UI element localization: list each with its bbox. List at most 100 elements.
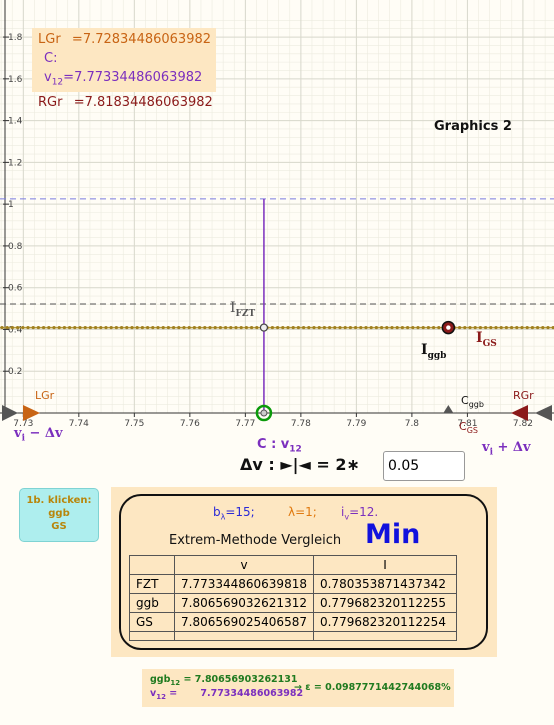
i-ggb-point-center: [446, 325, 451, 330]
x-tick-label: 7.77: [235, 419, 255, 429]
i-curve-dot: [0, 325, 4, 330]
i-curve-dot: [270, 325, 274, 330]
vi-plus-main: v: [482, 440, 490, 455]
i-curve-dot: [348, 325, 352, 330]
i-curve-dot: [177, 325, 181, 330]
i-curve-dot: [114, 325, 118, 330]
click-ggb-gs-button[interactable]: 1b. klicken: ggb GS: [19, 488, 99, 542]
i-curve-dot: [255, 325, 259, 330]
i-curve-dot: [354, 325, 358, 330]
table-cell: ggb: [129, 593, 175, 613]
y-tick-label: 0.6: [8, 284, 23, 294]
i-curve-dot: [333, 325, 337, 330]
c-gs-label: CGS: [459, 420, 478, 435]
i-curve-dot: [94, 325, 98, 330]
table-row: [129, 631, 457, 641]
i-curve-dot: [218, 325, 222, 330]
i-value: =12.: [349, 505, 379, 519]
x-tick-label: 7.82: [513, 419, 533, 429]
i-curve-dot: [437, 325, 441, 330]
i-curve-dot: [47, 325, 51, 330]
i-curve-dot: [16, 325, 20, 330]
c-eq: =: [63, 70, 75, 85]
lgr-line: LGr =7.72834486063982: [38, 30, 216, 49]
table-header: I: [312, 555, 457, 575]
lgr-label: LGr: [38, 32, 61, 47]
i-curve-dot: [317, 325, 321, 330]
y-tick-label: 1.8: [8, 33, 23, 43]
i-curve-dot: [364, 325, 368, 330]
x-tick-label: 7.74: [69, 419, 89, 429]
i-fzt-sub: FZT: [235, 308, 256, 319]
i-curve-dot: [213, 325, 217, 330]
i-curve-dot: [109, 325, 113, 330]
c-ggb-label: Cggb: [461, 394, 484, 409]
i-curve-dot: [120, 325, 124, 330]
i-curve-dot: [83, 325, 87, 330]
i-curve-dot: [426, 325, 430, 330]
table-cell: [129, 631, 175, 641]
i-curve-dot: [151, 325, 155, 330]
c-axis-point-center: [260, 409, 268, 417]
c-v12-main: C : v: [257, 437, 290, 452]
i-curve-dot: [478, 325, 482, 330]
i-curve-dot: [484, 325, 488, 330]
y-tick-label: 0.8: [8, 242, 23, 252]
i-curve-dot: [88, 325, 92, 330]
b-label: b: [213, 505, 221, 519]
table-cell: 7.806569025406587: [174, 612, 314, 632]
c-ggb-main: C: [461, 394, 469, 407]
i-curve-dot: [432, 325, 436, 330]
ggb12-value: = 7.80656903262131: [180, 674, 298, 685]
c-gs-sub: GS: [466, 426, 478, 436]
i-curve-dot: [390, 325, 394, 330]
rgr-line: RGr =7.81834486063982: [38, 93, 216, 112]
i-curve-dot: [458, 325, 462, 330]
table-row: FZT 7.773344860639818 0.780353871437342: [129, 574, 457, 594]
i-curve-dot: [499, 325, 503, 330]
y-tick-label: 1: [8, 200, 14, 210]
i-curve-dot: [42, 325, 46, 330]
i-curve-dot: [510, 325, 514, 330]
i-gs-sub: GS: [482, 338, 497, 349]
i-curve-dot: [31, 325, 35, 330]
min-label: Min: [365, 519, 421, 550]
i-curve-dot: [10, 325, 14, 330]
table-header: [129, 555, 175, 575]
c-sub: 12: [51, 77, 64, 88]
rgr-eq: =: [73, 94, 85, 110]
i-curve-dot: [307, 325, 311, 330]
i-curve-dot: [68, 325, 72, 330]
delta-v-input[interactable]: [383, 451, 465, 481]
i-curve-dot: [520, 325, 524, 330]
i-curve-dot: [463, 325, 467, 330]
i-curve-dot: [416, 325, 420, 330]
table-cell: 7.806569032621312: [174, 593, 314, 613]
i-curve-dot: [234, 325, 238, 330]
i-curve-dot: [328, 325, 332, 330]
i-curve-dot: [286, 325, 290, 330]
table-cell: [312, 631, 457, 641]
epsilon-result: → ε = 0.0987771442744068%: [294, 682, 451, 693]
epsilon-box: ggb12 = 7.80656903262131 v12 = 7.7733448…: [142, 669, 454, 707]
i-curve-dot: [135, 325, 139, 330]
x-tick-label: 7.79: [346, 419, 366, 429]
i-curve-dot: [166, 325, 170, 330]
table-cell: 0.779682320112255: [312, 593, 457, 613]
i-gs-label: IGS: [476, 330, 497, 349]
i-curve-dot: [57, 325, 61, 330]
v12-sub: 12: [156, 692, 166, 701]
i-fzt-label: IFZT: [230, 300, 255, 319]
i-curve-dot: [406, 325, 410, 330]
i-curve-dot: [104, 325, 108, 330]
i-curve-dot: [99, 325, 103, 330]
i-curve-dot: [411, 325, 415, 330]
button-line1: 1b. klicken:: [26, 495, 92, 506]
i-curve-dot: [244, 325, 248, 330]
i-curve-dot: [296, 325, 300, 330]
i-curve-dot: [359, 325, 363, 330]
vi-minus-label: vi − Δv: [14, 426, 63, 444]
i-curve-dot: [421, 325, 425, 330]
table-cell: FZT: [129, 574, 175, 594]
y-tick-label: 1.6: [8, 75, 23, 85]
